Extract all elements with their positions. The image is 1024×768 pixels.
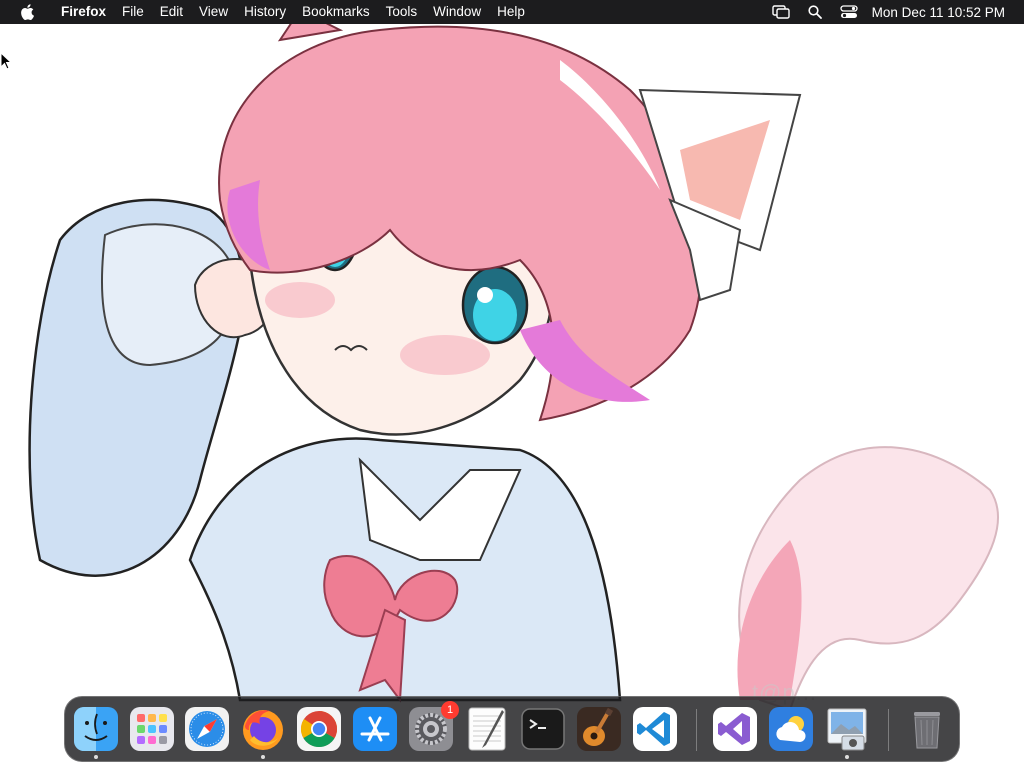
menu-view[interactable]: View [191,0,236,24]
launchpad-icon [130,707,174,751]
dock-separator [888,709,889,751]
app-menu-firefox[interactable]: Firefox [53,0,114,24]
menu-bar: Firefox File Edit View History Bookmarks… [0,0,1024,24]
chrome-icon [297,707,341,751]
dock-garageband[interactable] [575,705,623,753]
safari-compass-icon [185,707,229,751]
apple-menu-icon[interactable] [17,0,37,24]
dock-trash[interactable] [903,705,951,753]
control-center-icon[interactable] [838,0,860,24]
firefox-icon [243,710,283,750]
app-store-icon [353,707,397,751]
running-indicator [261,755,265,759]
notification-badge: 1 [441,701,459,719]
menu-bookmarks[interactable]: Bookmarks [294,0,378,24]
screen-mirroring-icon[interactable] [770,0,792,24]
preview-icon [827,708,867,751]
dock: 1 [64,696,960,762]
menu-edit[interactable]: Edit [152,0,191,24]
dock-finder[interactable] [72,705,120,759]
dock-app-store[interactable] [351,705,399,753]
vscode-icon [633,707,677,751]
menu-window[interactable]: Window [425,0,489,24]
menu-tools[interactable]: Tools [378,0,426,24]
spotlight-search-icon[interactable] [804,0,826,24]
weather-cloud-icon [769,707,813,751]
menu-file[interactable]: File [114,0,152,24]
dock-chrome[interactable] [295,705,343,753]
desktop-wallpaper [0,0,1024,768]
dock-visual-studio[interactable] [711,705,759,753]
dock-textedit[interactable] [463,705,511,753]
menu-help[interactable]: Help [489,0,533,24]
terminal-icon [521,708,565,750]
dock-weather[interactable] [767,705,815,753]
dock-system-settings[interactable]: 1 [407,701,459,753]
dock-firefox[interactable] [239,705,287,759]
trash-icon [914,712,940,749]
menu-history[interactable]: History [236,0,294,24]
dock-launchpad[interactable] [128,705,176,753]
mouse-cursor-icon [0,51,13,75]
guitar-icon [577,707,621,751]
menu-bar-clock[interactable]: Mon Dec 11 10:52 PM [872,5,1005,20]
visual-studio-icon [713,707,757,751]
finder-icon [74,707,118,751]
dock-safari[interactable] [183,705,231,753]
dock-preview[interactable] [823,705,871,759]
dock-terminal[interactable] [519,705,567,753]
dock-vscode[interactable] [631,705,679,753]
running-indicator [845,755,849,759]
running-indicator [94,755,98,759]
dock-separator [696,709,697,751]
textedit-icon [468,707,506,751]
